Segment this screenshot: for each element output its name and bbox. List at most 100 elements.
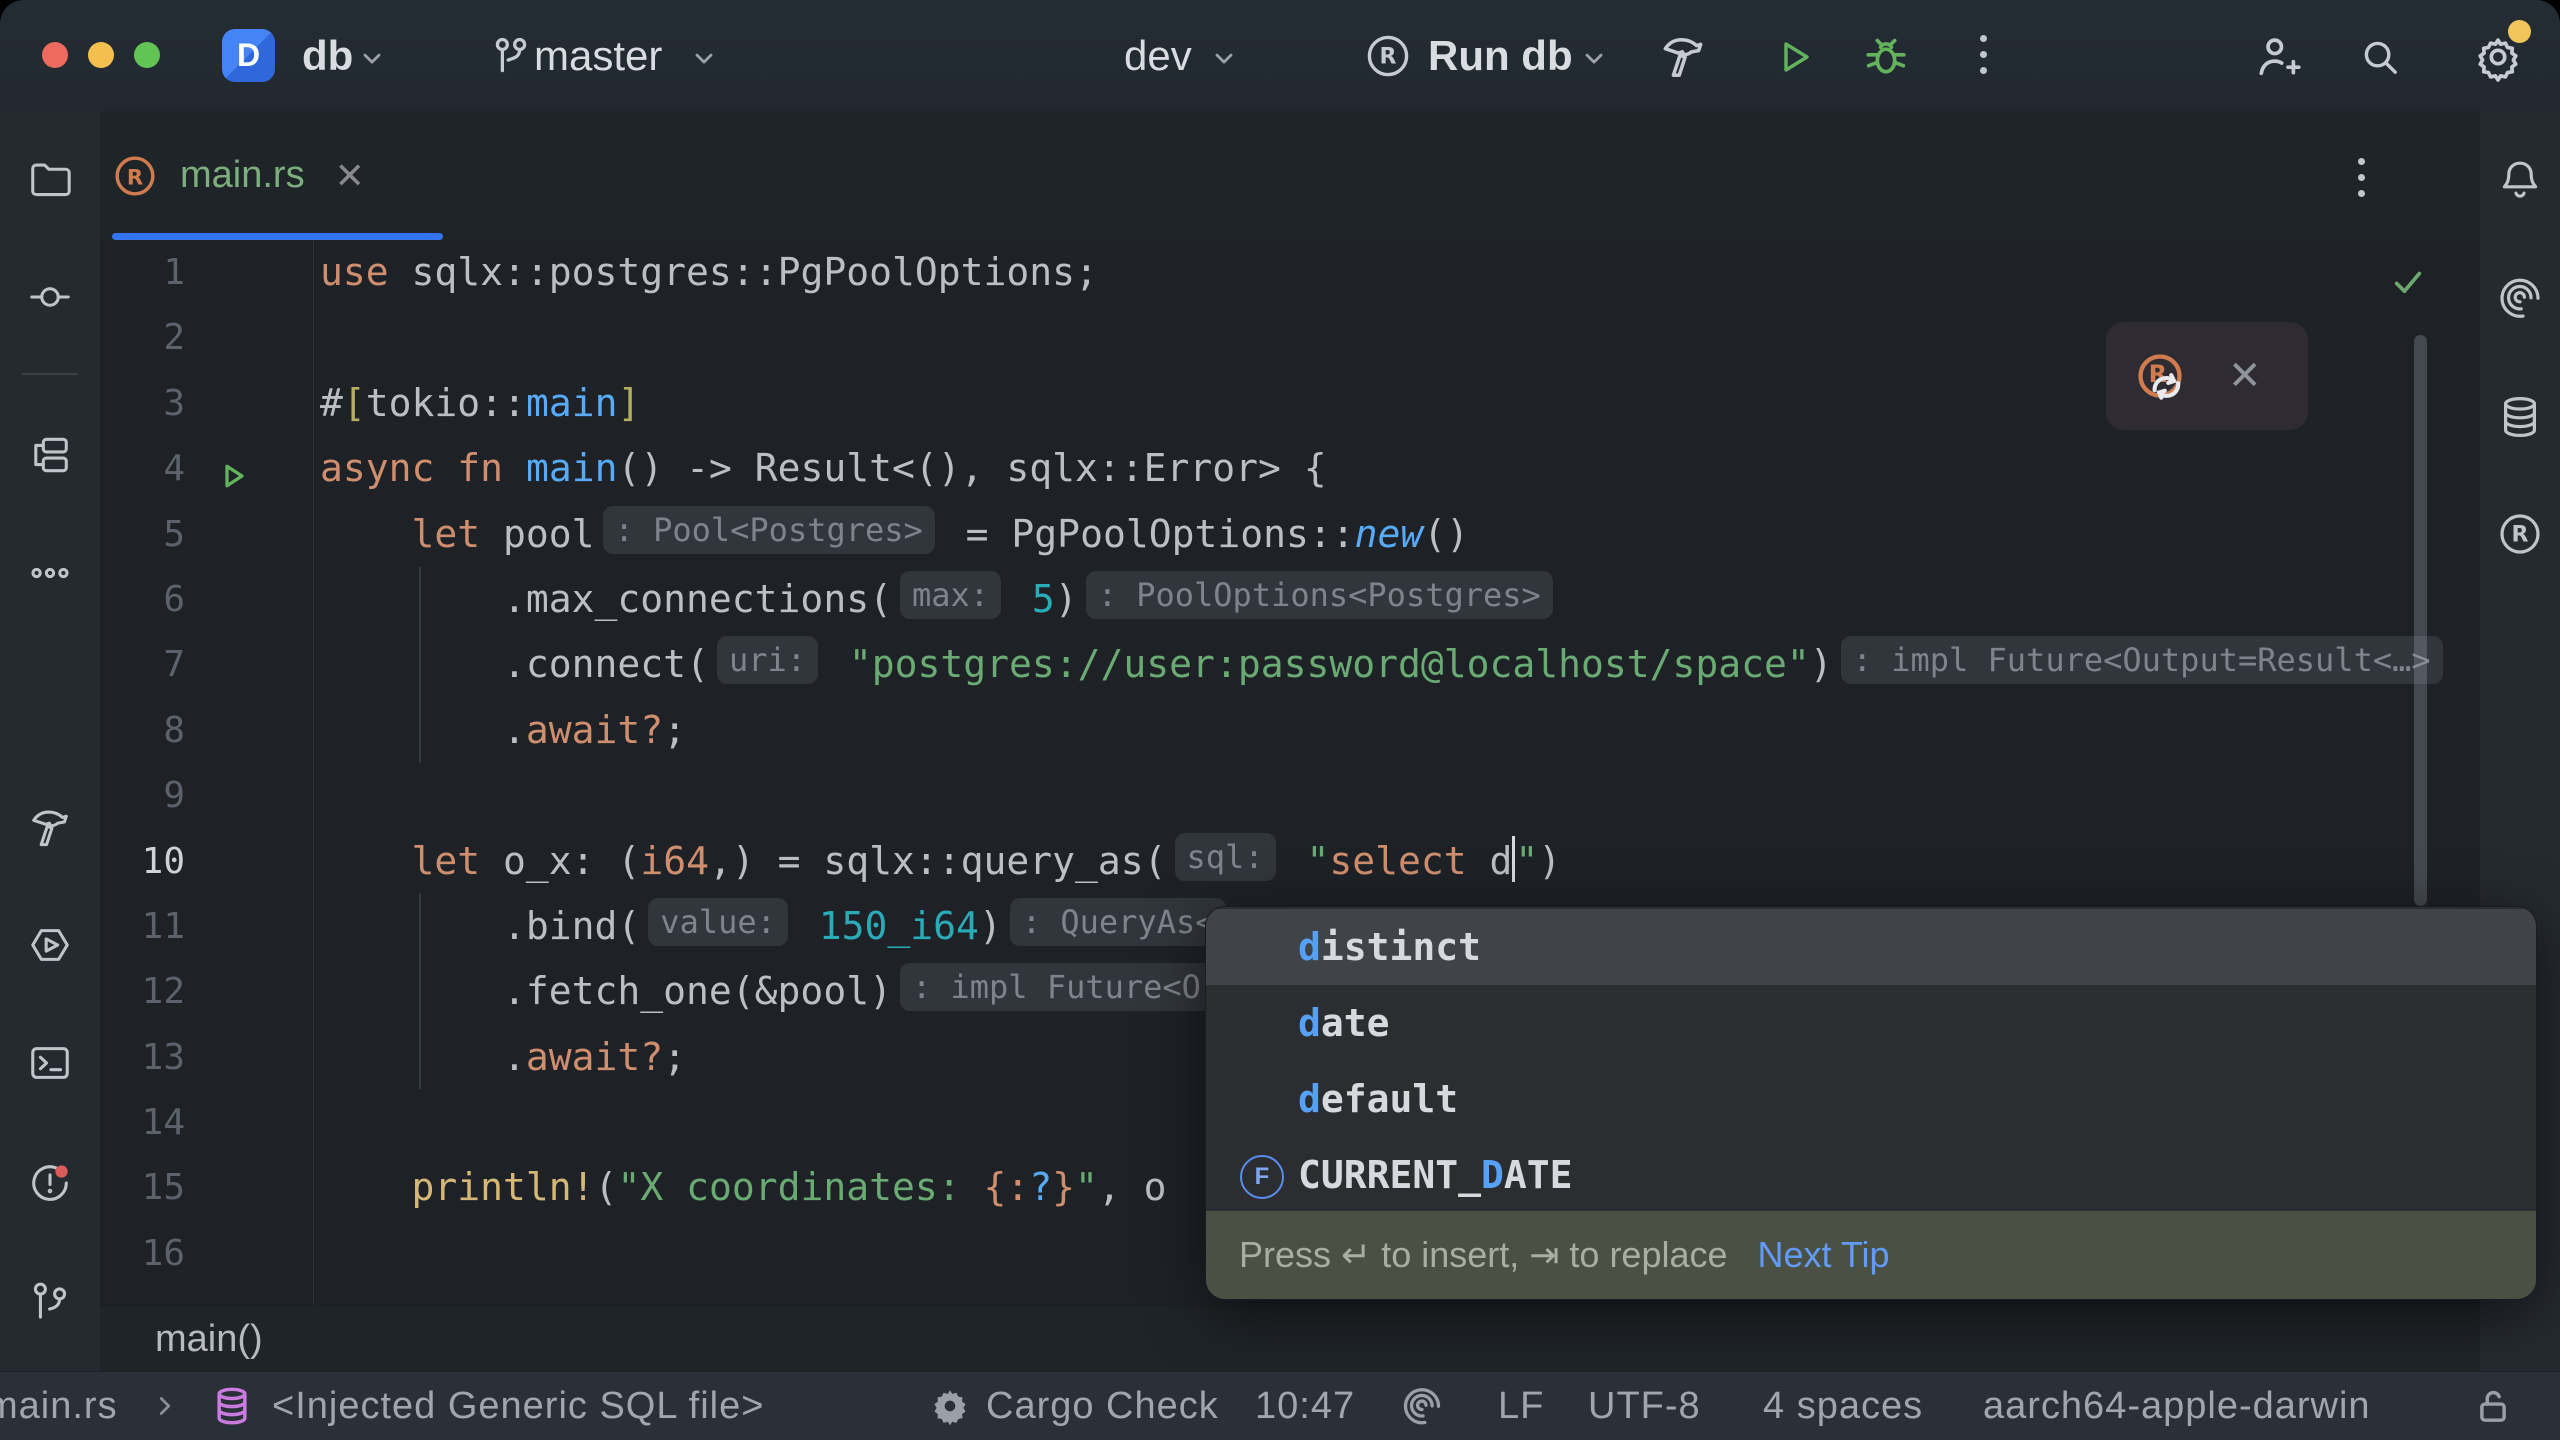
code-line[interactable]: 8 .await?; [100,698,2480,763]
project-chevron-down-icon[interactable] [358,44,386,72]
next-tip-link[interactable]: Next Tip [1758,1234,1890,1276]
code-line[interactable]: 7 .connect(uri: "postgres://user:passwor… [100,632,2480,697]
line-number: 3 [100,371,313,436]
code-text: .fetch_one(&pool): impl Future<O [313,959,1221,1024]
env-chevron-down-icon[interactable] [1210,44,1238,72]
inlay-hint: max: [900,571,1001,619]
settings-notification-dot [2508,20,2531,43]
env-selector[interactable]: dev [1124,0,1192,111]
statusbar-file[interactable]: main.rs [0,1372,118,1440]
macos-minimize-button[interactable] [88,42,114,68]
code-text [313,1221,343,1286]
notifications-bell-icon[interactable] [2496,156,2544,204]
floating-run-widget: R ✕ [2106,322,2308,430]
breadcrumb-bar: main() [100,1305,2480,1372]
line-number: 5 [100,502,313,567]
ai-assistant-spiral-icon[interactable] [2496,274,2544,322]
completion-popup: distinctdatedefaultFCURRENT_DATE Press ↵… [1205,906,2537,1300]
more-tool-windows-icon[interactable] [26,549,74,597]
inlay-hint: value: [648,898,788,946]
code-line[interactable]: 6 .max_connections(max: 5): PoolOptions<… [100,567,2480,632]
build-tool-window-icon[interactable] [26,803,74,851]
line-number: 13 [100,1025,313,1090]
macos-zoom-button[interactable] [134,42,160,68]
statusbar-lock-icon[interactable] [2470,1372,2516,1440]
statusbar-injected-file[interactable]: <Injected Generic SQL file> [272,1372,764,1440]
vcs-branch-name[interactable]: master [534,0,662,111]
widget-close-icon[interactable]: ✕ [2228,353,2262,399]
code-text: .await?; [313,698,686,763]
statusbar-target[interactable]: aarch64-apple-darwin [1983,1372,2371,1440]
code-line[interactable]: 9 [100,763,2480,828]
title-bar: D db master dev R Run db [0,0,2560,111]
version-control-tool-window-icon[interactable] [26,1277,74,1325]
code-line[interactable]: 4async fn main() -> Result<(), sqlx::Err… [100,436,2480,501]
editor-scrollbar[interactable] [2414,335,2427,906]
code-text: .bind(value: 150_i64): QueryAs< [313,894,1234,959]
left-tool-strip [0,111,100,1372]
run-config-name[interactable]: Run db [1428,0,1573,111]
problems-tool-window-icon[interactable] [26,1159,74,1207]
debug-bug-icon[interactable] [1860,31,1912,83]
tab-main-rs[interactable]: R main.rs ✕ [112,111,443,240]
indent-guide [419,567,421,763]
run-config-rust-icon[interactable]: R [1364,32,1412,80]
completion-item[interactable]: FCURRENT_DATE [1206,1137,2536,1213]
completion-hint: Press ↵ to insert, ⇥ to replace [1239,1234,1728,1276]
statusbar-line-ending[interactable]: LF [1498,1372,1544,1440]
more-kebab-icon[interactable] [1980,35,1987,74]
cargo-check-gear-icon[interactable] [928,1372,972,1440]
project-name[interactable]: db [302,0,353,111]
terminal-tool-window-icon[interactable] [26,1039,74,1087]
code-text: println!("X coordinates: {:?}", o [313,1155,1167,1220]
code-line[interactable]: 5 let pool: Pool<Postgres> = PgPoolOptio… [100,502,2480,567]
run-play-icon[interactable] [1770,33,1818,81]
cargo-tool-window-icon[interactable]: R [2496,510,2544,558]
code-line[interactable]: 10 let o_x: (i64,) = sqlx::query_as(sql:… [100,829,2480,894]
code-line[interactable]: 1use sqlx::postgres::PgPoolOptions; [100,240,2480,305]
statusbar-encoding[interactable]: UTF-8 [1588,1372,1701,1440]
inlay-hint: uri: [717,636,818,684]
git-branch-icon[interactable] [488,33,534,79]
line-number: 7 [100,632,313,697]
tab-options-kebab-icon[interactable] [2358,158,2365,197]
line-number: 16 [100,1221,313,1286]
structure-icon[interactable] [26,431,74,479]
statusbar-cargo-check[interactable]: Cargo Check [986,1372,1219,1440]
inspections-ok-check-icon[interactable] [2391,265,2425,304]
macos-close-button[interactable] [42,42,68,68]
line-number: 2 [100,305,313,370]
tab-label: main.rs [180,154,305,197]
inlay-hint: : PoolOptions<Postgres> [1086,571,1553,619]
rust-file-icon: R [112,153,158,199]
project-folder-icon[interactable] [26,156,74,204]
database-tool-window-icon[interactable] [2496,393,2544,441]
inlay-hint: : impl Future<O [900,963,1213,1011]
search-icon[interactable] [2356,33,2404,81]
function-icon: F [1240,1155,1284,1199]
commit-icon[interactable] [26,273,74,321]
breadcrumb-scope[interactable]: main() [155,1318,263,1361]
project-icon[interactable]: D [222,29,275,82]
breadcrumb-chevron-icon [150,1372,180,1440]
code-text: use sqlx::postgres::PgPoolOptions; [313,240,1098,305]
code-text [313,305,343,370]
completion-item[interactable]: date [1206,985,2536,1061]
completion-item[interactable]: default [1206,1061,2536,1137]
branch-chevron-down-icon[interactable] [690,44,718,72]
code-with-me-add-user-icon[interactable] [2252,31,2304,83]
rust-reload-icon[interactable]: R [2134,350,2186,402]
line-number: 12 [100,959,313,1024]
inlay-hint: : Pool<Postgres> [603,506,935,554]
statusbar-caret-position[interactable]: 10:47 [1255,1372,1355,1440]
statusbar-indent[interactable]: 4 spaces [1763,1372,1923,1440]
inlay-hint: : impl Future<Output=Result<…> [1841,636,2443,684]
statusbar-spiral-icon[interactable] [1400,1372,1444,1440]
line-number: 4 [100,436,313,501]
completion-item[interactable]: distinct [1206,909,2536,985]
tab-close-icon[interactable]: ✕ [335,155,365,197]
run-config-chevron-down-icon[interactable] [1580,44,1608,72]
services-tool-window-icon[interactable] [26,921,74,969]
build-hammer-icon[interactable] [1658,31,1708,81]
code-text: let pool: Pool<Postgres> = PgPoolOptions… [313,502,1469,567]
